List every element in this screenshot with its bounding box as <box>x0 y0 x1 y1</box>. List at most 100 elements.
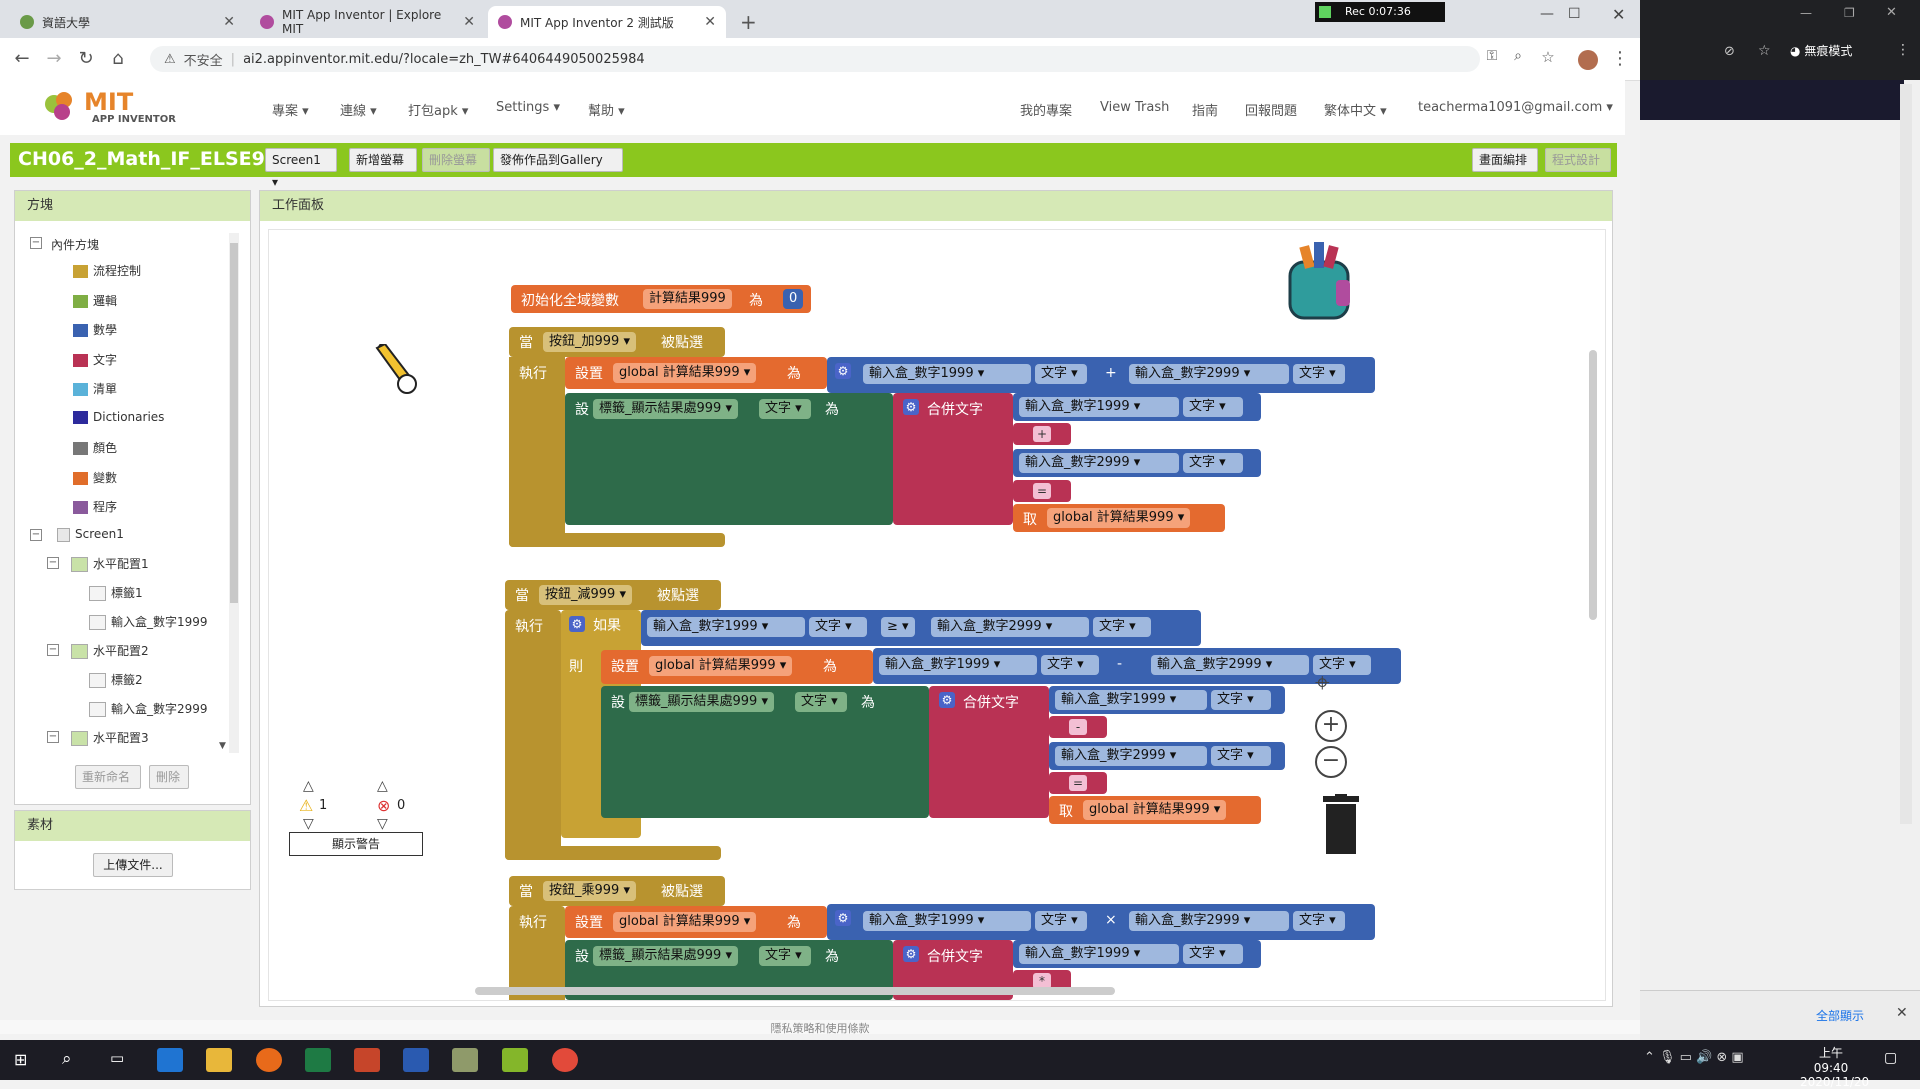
collapse-icon[interactable]: − <box>30 237 42 249</box>
textbox2-getter[interactable]: 輸入盒_數字2999 ▾ <box>1151 655 1309 675</box>
builtin-category-item[interactable]: 清單 <box>73 380 117 397</box>
reload-icon[interactable]: ↻ <box>74 48 98 69</box>
next-error-icon[interactable]: ▽ <box>377 816 388 832</box>
text-property[interactable]: 文字 ▾ <box>1293 364 1345 384</box>
number-field[interactable]: 0 <box>783 289 804 309</box>
screen-select[interactable]: Screen1 ▾ <box>265 148 337 189</box>
gear-icon[interactable]: ⚙ <box>903 946 919 962</box>
text-property[interactable]: 文字 ▾ <box>1183 944 1243 964</box>
builtin-blocks-label[interactable]: 內件方塊 <box>51 236 99 253</box>
blocks-canvas[interactable]: 初始化全域變數 計算結果999 為 0 當 按鈕_加999 ▾ 被點選 執行 設… <box>268 229 1606 1001</box>
app-inventor-logo[interactable]: MIT APP INVENTOR <box>40 86 210 130</box>
gear-icon[interactable]: ⚙ <box>835 363 851 379</box>
component-node[interactable]: 水平配置1 <box>71 555 149 572</box>
component-node[interactable]: 輸入盒_數字2999 <box>89 700 208 717</box>
show-all-button[interactable]: 全部顯示 <box>1816 1007 1864 1024</box>
math-add-block[interactable]: ⚙ 輸入盒_數字1999 ▾ 文字 ▾ + 輸入盒_數字2999 ▾ 文字 ▾ <box>827 357 1375 393</box>
set-global-block[interactable]: 設置 global 計算結果999 ▾ 為 <box>565 357 827 389</box>
variable-dropdown[interactable]: global 計算結果999 ▾ <box>649 656 793 676</box>
designer-button[interactable]: 畫面編排 <box>1472 148 1538 172</box>
privacy-footer[interactable]: 隱私策略和使用條款 <box>0 1020 1640 1035</box>
add-screen-button[interactable]: 新增螢幕 <box>349 148 417 172</box>
text-literal-plus[interactable]: + <box>1013 423 1071 445</box>
menu-connect[interactable]: 連線 ▾ <box>340 100 377 119</box>
back-icon[interactable]: ← <box>10 48 34 69</box>
bookmark-star-icon[interactable]: ☆ <box>1536 48 1560 66</box>
file-explorer-icon[interactable] <box>206 1048 232 1072</box>
variable-dropdown[interactable]: global 計算結果999 ▾ <box>613 912 757 932</box>
variable-dropdown[interactable]: global 計算結果999 ▾ <box>1083 800 1227 820</box>
home-icon[interactable]: ⌂ <box>106 48 130 69</box>
textbox1-getter[interactable]: 輸入盒_數字1999 ▾ <box>879 655 1037 675</box>
set-label-block[interactable]: 設 標籤_顯示結果處999 ▾ 文字 ▾ 為 <box>565 393 893 525</box>
app-icon[interactable] <box>452 1048 478 1072</box>
powerpoint-icon[interactable] <box>354 1048 380 1072</box>
next-warning-icon[interactable]: ▽ <box>303 816 314 832</box>
builtin-category-item[interactable]: 流程控制 <box>73 262 141 279</box>
menu-dots-icon[interactable]: ⋮ <box>1896 42 1910 58</box>
textbox2-getter-block[interactable]: 輸入盒_數字2999 ▾ 文字 ▾ <box>1013 449 1261 477</box>
notification-icon[interactable]: ▢ <box>1884 1050 1897 1066</box>
get-global-block[interactable]: 取 global 計算結果999 ▾ <box>1049 796 1261 824</box>
textbox2-getter[interactable]: 輸入盒_數字2999 ▾ <box>1055 746 1207 766</box>
edge-icon[interactable] <box>157 1048 183 1072</box>
text-property[interactable]: 文字 ▾ <box>1183 397 1243 417</box>
label-dropdown[interactable]: 標籤_顯示結果處999 ▾ <box>593 399 738 419</box>
chrome-icon[interactable] <box>552 1048 578 1072</box>
menu-build[interactable]: 打包apk ▾ <box>408 100 468 119</box>
set-global-block[interactable]: 設置 global 計算結果999 ▾ 為 <box>601 650 873 684</box>
close-icon[interactable]: ✕ <box>223 14 235 30</box>
text-literal-equals[interactable]: = <box>1013 480 1071 502</box>
browser-tab-2[interactable]: MIT App Inventor | Explore MIT ✕ <box>250 6 485 38</box>
text-property[interactable]: 文字 ▾ <box>1183 453 1243 473</box>
trash-icon[interactable] <box>1321 794 1361 856</box>
report-issue-link[interactable]: 回報問題 <box>1245 100 1297 119</box>
task-view-icon[interactable]: ▭ <box>110 1049 124 1067</box>
zoom-in-icon[interactable]: + <box>1315 710 1347 742</box>
remove-screen-button[interactable]: 刪除螢幕 <box>422 148 490 172</box>
menu-settings[interactable]: Settings ▾ <box>496 100 560 115</box>
component-node[interactable]: 輸入盒_數字1999 <box>89 613 208 630</box>
upload-file-button[interactable]: 上傳文件... <box>93 853 173 877</box>
builtin-category-item[interactable]: 顏色 <box>73 439 117 456</box>
show-warnings-button[interactable]: 顯示警告 <box>289 832 423 856</box>
builtin-category-item[interactable]: 文字 <box>73 351 117 368</box>
tray-clock[interactable]: 上午 09:40 2020/11/20 <box>1800 1044 1869 1089</box>
text-property[interactable]: 文字 ▾ <box>1093 617 1151 637</box>
account-menu[interactable]: teacherma1091@gmail.com ▾ <box>1418 100 1613 115</box>
close-icon[interactable]: ✕ <box>463 14 475 30</box>
builtin-category-item[interactable]: Dictionaries <box>73 410 164 424</box>
language-menu[interactable]: 繁体中文 ▾ <box>1324 100 1387 119</box>
gear-icon[interactable]: ⚙ <box>939 692 955 708</box>
literal-value[interactable]: - <box>1069 719 1087 735</box>
close-icon[interactable]: ✕ <box>1886 5 1897 20</box>
windows-start-icon[interactable]: ⊞ <box>14 1050 27 1069</box>
vertical-scrollbar[interactable] <box>1589 350 1597 620</box>
key-icon[interactable]: ⚿ <box>1480 48 1504 64</box>
variable-name-field[interactable]: 計算結果999 <box>643 289 732 309</box>
horizontal-scrollbar[interactable] <box>475 987 1115 995</box>
text-property[interactable]: 文字 ▾ <box>809 617 867 637</box>
literal-value[interactable]: = <box>1069 775 1087 791</box>
excel-icon[interactable] <box>305 1048 331 1072</box>
prev-error-icon[interactable]: △ <box>377 778 388 794</box>
recenter-icon[interactable]: ⌖ <box>1315 668 1330 699</box>
text-literal-minus[interactable]: - <box>1049 716 1107 738</box>
text-literal-equals[interactable]: = <box>1049 772 1107 794</box>
builtin-category-item[interactable]: 程序 <box>73 498 117 515</box>
variable-dropdown[interactable]: global 計算結果999 ▾ <box>1047 508 1191 528</box>
search-icon[interactable]: ⌕ <box>62 1049 72 1069</box>
when-click-add-block[interactable]: 當 按鈕_加999 ▾ 被點選 <box>509 327 725 357</box>
textbox1-getter[interactable]: 輸入盒_數字1999 ▾ <box>863 364 1031 384</box>
textbox2-getter[interactable]: 輸入盒_數字2999 ▾ <box>1019 453 1179 473</box>
when-click-sub-block[interactable]: 當 按鈕_減999 ▾ 被點選 <box>505 580 721 610</box>
textbox2-getter[interactable]: 輸入盒_數字2999 ▾ <box>1129 364 1289 384</box>
compare-operator-dropdown[interactable]: ≥ ▾ <box>881 617 915 637</box>
screen-node[interactable]: Screen1 <box>57 527 124 542</box>
profile-avatar[interactable] <box>1578 50 1598 70</box>
component-node[interactable]: 水平配置3 <box>71 729 149 746</box>
join-text-block[interactable]: ⚙ 合併文字 <box>893 393 1013 525</box>
component-dropdown[interactable]: 按鈕_減999 ▾ <box>539 585 632 605</box>
component-node[interactable]: 標籤1 <box>89 584 143 601</box>
set-global-block[interactable]: 設置 global 計算結果999 ▾ 為 <box>565 906 827 938</box>
